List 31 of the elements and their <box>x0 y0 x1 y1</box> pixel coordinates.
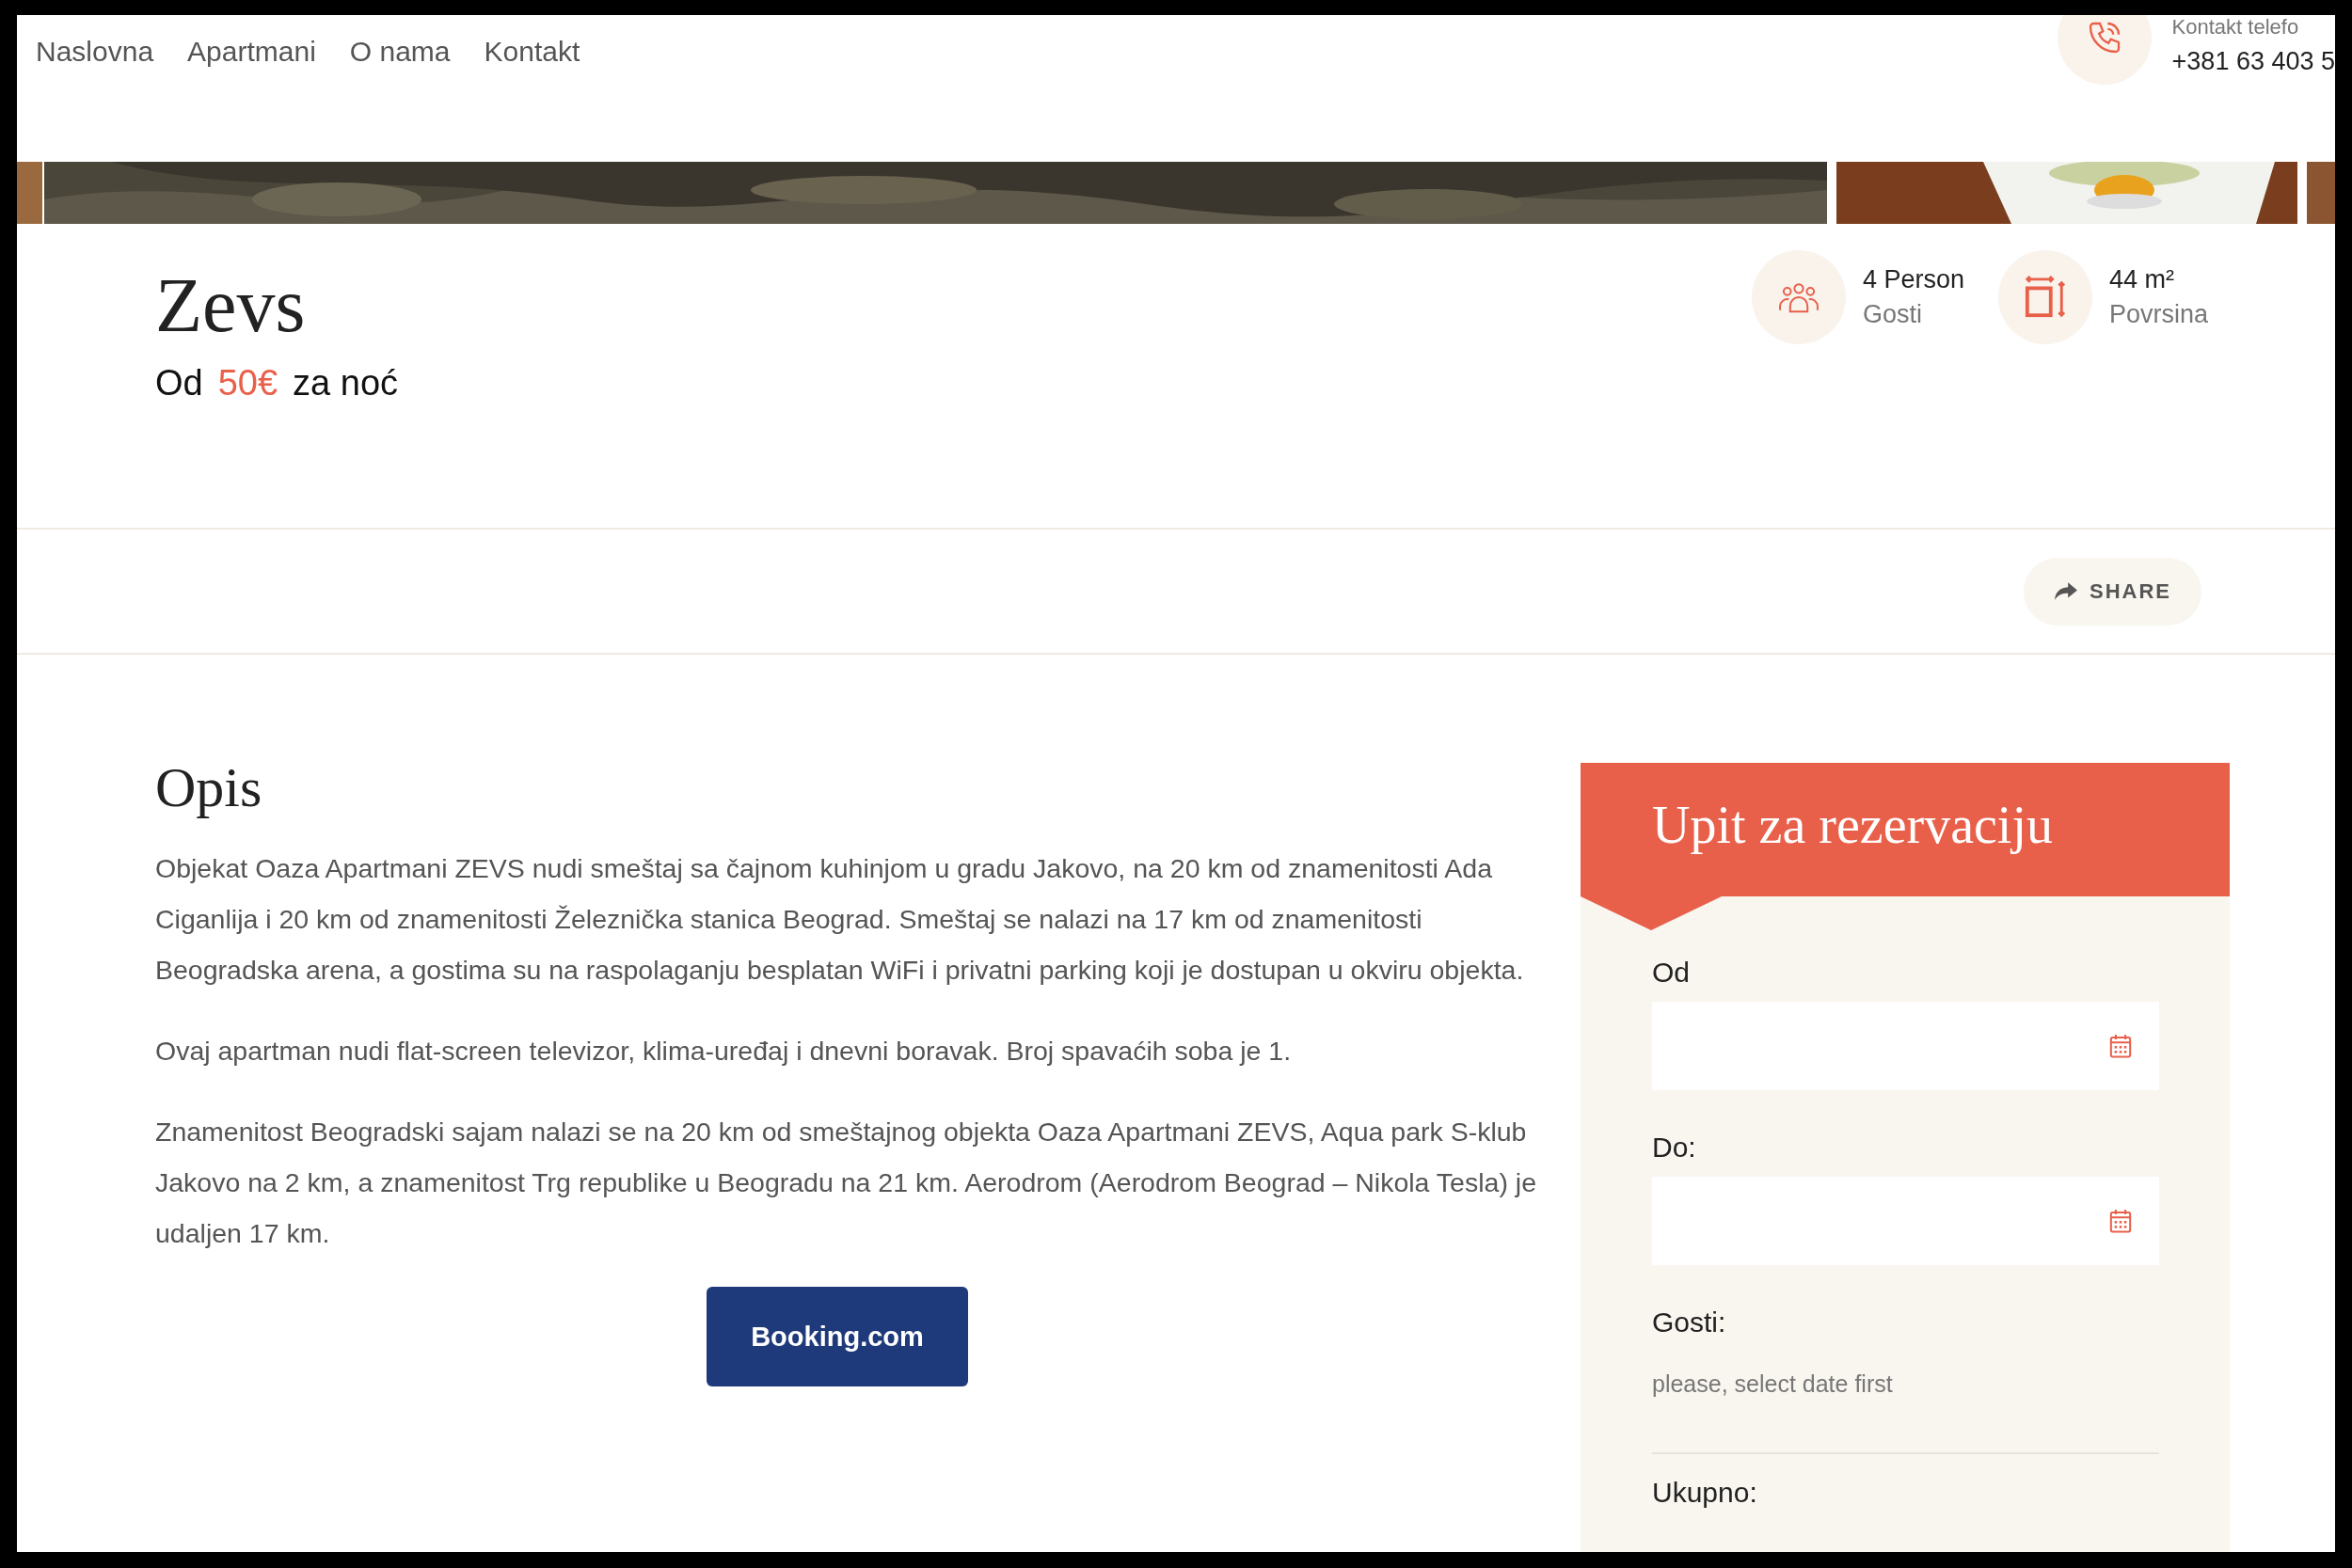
contact-label: Kontakt telefo <box>2171 15 2300 40</box>
calendar-icon <box>2108 1033 2133 1059</box>
description-paragraph: Znamenitost Beogradski sajam nalazi se na 20 km od smeštajnog objekta Oaza Apartmani ZEVS, Aqua park S-klub Jakovo na 2 km, a znamenitost Trg republike u Beogradu na 21 km. Aerodrom (Aerodrom Beograd – Nikola Tesla) je udaljen 17 km. <box>155 1116 1537 1250</box>
field-label: Gosti: <box>1652 1307 1727 1338</box>
feature-label: Povrsina <box>2109 300 2210 329</box>
share-button[interactable]: SHARE <box>2024 557 2201 626</box>
price-prefix: Od <box>155 363 203 404</box>
feature-value: 4 Person <box>1863 265 1966 294</box>
date-field[interactable] <box>1652 1177 2159 1265</box>
calendar-icon <box>2108 1208 2133 1234</box>
apartment-title: Zevs <box>155 263 307 349</box>
description-paragraph: Ovaj apartman nudi flat-screen televizor, klima-uređaj i dnevni boravak. Broj spavaćih soba je 1. <box>155 1035 1293 1068</box>
nav-link[interactable]: Kontakt <box>484 36 580 68</box>
description-paragraph: Objekat Oaza Apartmani ZEVS nudi smeštaj sa čajnom kuhinjom u gradu Jakovo, na 20 km od znamenitosti Ada Ciganlija i 20 km od znamenitosti Železnička stanica Beograd. Smeštaj se nalazi na 17 km od znamenitosti Beogradska arena, a gostima su na raspolaganju besplatan WiFi i privatni parking koji je dostupan u okviru objekta. <box>155 852 1525 987</box>
share-icon <box>2054 580 2078 602</box>
field-label: Od <box>1652 957 1692 989</box>
nav-link[interactable]: Naslovna <box>36 36 154 68</box>
feature-value: 44 m² <box>2109 265 2176 294</box>
card-title: Upit za rezervaciju <box>1652 796 2053 854</box>
price-amount: 50€ <box>217 363 278 404</box>
nav-link[interactable]: Apartmani <box>187 36 316 68</box>
field-label: Do: <box>1652 1132 1697 1164</box>
section-heading: Opis <box>155 756 263 818</box>
feature-label: Gosti <box>1863 300 1924 329</box>
phone-number[interactable]: +381 63 403 5 <box>2171 47 2335 76</box>
date-field[interactable] <box>1652 1002 2159 1090</box>
nav-link[interactable]: O nama <box>349 36 451 68</box>
price-suffix: za noć <box>293 363 399 404</box>
total-label: Ukupno: <box>1652 1477 1758 1509</box>
hint-text: please, select date first <box>1652 1370 1894 1398</box>
booking-button[interactable]: Booking.com <box>707 1287 968 1386</box>
